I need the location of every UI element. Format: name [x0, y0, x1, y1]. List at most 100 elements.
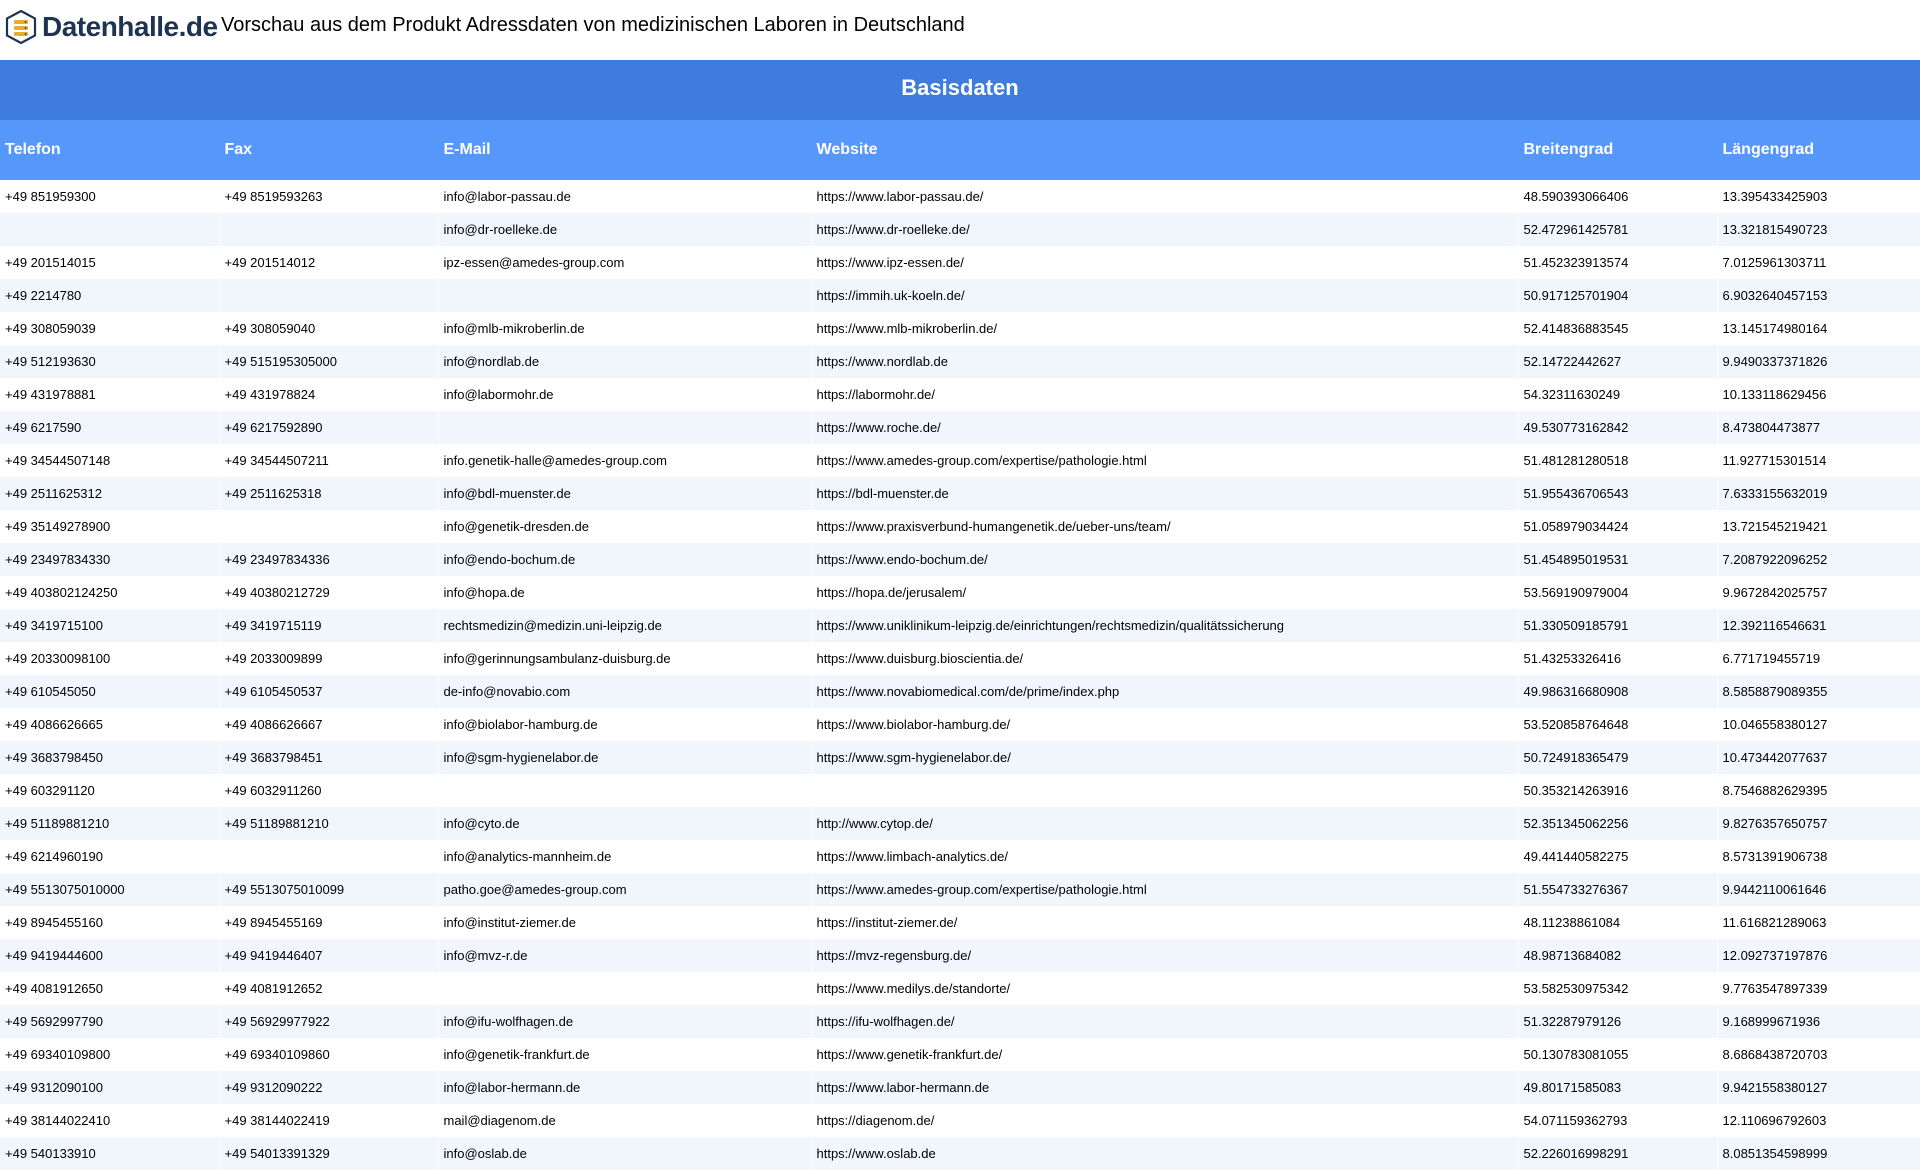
email-cell: info@nordlab.de [438, 345, 812, 378]
longitude-cell: 6.9032640457153 [1717, 279, 1920, 312]
longitude-cell: 7.0125961303711 [1717, 246, 1920, 279]
phone-cell: +49 35149278900 [0, 510, 220, 543]
website-cell: https://www.medilys.de/standorte/ [811, 972, 1519, 1005]
longitude-cell: 9.9490337371826 [1717, 345, 1920, 378]
longitude-cell: 12.110696792603 [1717, 1104, 1920, 1137]
email-cell [438, 972, 812, 1005]
table-row: +49 2214780 https://immih.uk-koeln.de/50.… [0, 279, 1920, 312]
latitude-cell: 50.917125701904 [1518, 279, 1718, 312]
latitude-cell: 49.441440582275 [1518, 840, 1718, 873]
table-row: +49 603291120 +49 6032911260 50.3532142639… [0, 774, 1920, 807]
website-cell: https://institut-ziemer.de/ [811, 906, 1519, 939]
table-row: +49 610545050 +49 6105450537 de-info@novab… [0, 675, 1920, 708]
phone-cell: +49 5692997790 [0, 1005, 220, 1038]
latitude-cell: 54.32311630249 [1518, 378, 1718, 411]
website-cell: https://bdl-muenster.de [811, 477, 1519, 510]
email-cell: info@labor-passau.de [438, 180, 812, 213]
longitude-cell: 13.721545219421 [1717, 510, 1920, 543]
latitude-cell: 51.554733276367 [1518, 873, 1718, 906]
longitude-cell: 13.395433425903 [1717, 180, 1920, 213]
table-row: +49 403802124250 +49 40380212729 info@hopa… [0, 576, 1920, 609]
longitude-cell: 7.6333155632019 [1717, 477, 1920, 510]
email-cell: info@genetik-frankfurt.de [438, 1038, 812, 1071]
table-row: +49 4086626665 +49 4086626667 info@biolabo… [0, 708, 1920, 741]
email-cell: info@analytics-mannheim.de [438, 840, 812, 873]
latitude-cell: 52.472961425781 [1518, 213, 1718, 246]
fax-cell: +49 8519593263 [219, 180, 439, 213]
fax-cell: +49 6032911260 [219, 774, 439, 807]
table-row: +49 51189881210 +49 51189881210 info@cyto.… [0, 807, 1920, 840]
website-cell: https://www.praxisverbund-humangenetik.d… [811, 510, 1519, 543]
longitude-cell: 11.616821289063 [1717, 906, 1920, 939]
phone-cell: +49 431978881 [0, 378, 220, 411]
website-cell: https://mvz-regensburg.de/ [811, 939, 1519, 972]
table-row: +49 20330098100 +49 2033009899 info@gerinn… [0, 642, 1920, 675]
table-row: info@dr-roelleke.de https://www.dr-roelle… [0, 213, 1920, 246]
website-cell: https://www.mlb-mikroberlin.de/ [811, 312, 1519, 345]
table-row: +49 4081912650 +49 4081912652 https://www.… [0, 972, 1920, 1005]
brand-logo[interactable]: Datenhalle.de [5, 8, 218, 46]
longitude-cell: 13.321815490723 [1717, 213, 1920, 246]
website-cell: https://www.novabiomedical.com/de/prime/… [811, 675, 1519, 708]
longitude-cell: 11.927715301514 [1717, 444, 1920, 477]
table-row: +49 308059039 +49 308059040 info@mlb-mikro… [0, 312, 1920, 345]
website-cell: https://www.amedes-group.com/expertise/p… [811, 444, 1519, 477]
email-cell: info@sgm-hygienelabor.de [438, 741, 812, 774]
email-cell: patho.goe@amedes-group.com [438, 873, 812, 906]
latitude-cell: 53.569190979004 [1518, 576, 1718, 609]
email-cell: info@endo-bochum.de [438, 543, 812, 576]
website-cell: https://diagenom.de/ [811, 1104, 1519, 1137]
latitude-cell: 51.452323913574 [1518, 246, 1718, 279]
table-row: +49 201514015 +49 201514012 ipz-essen@amed… [0, 246, 1920, 279]
website-cell: https://ifu-wolfhagen.de/ [811, 1005, 1519, 1038]
phone-cell: +49 512193630 [0, 345, 220, 378]
table-row: +49 38144022410 +49 38144022419 mail@diage… [0, 1104, 1920, 1137]
fax-cell: +49 69340109860 [219, 1038, 439, 1071]
table-row: +49 431978881 +49 431978824 info@labormohr… [0, 378, 1920, 411]
website-cell: https://www.endo-bochum.de/ [811, 543, 1519, 576]
phone-cell: +49 20330098100 [0, 642, 220, 675]
phone-cell: +49 6214960190 [0, 840, 220, 873]
latitude-cell: 53.582530975342 [1518, 972, 1718, 1005]
website-cell: https://immih.uk-koeln.de/ [811, 279, 1519, 312]
fax-cell: +49 2033009899 [219, 642, 439, 675]
phone-cell: +49 34544507148 [0, 444, 220, 477]
latitude-cell: 51.330509185791 [1518, 609, 1718, 642]
fax-cell [219, 279, 439, 312]
longitude-cell: 7.2087922096252 [1717, 543, 1920, 576]
table-header-row: Telefon Fax E-Mail Website Breitengrad L… [0, 120, 1920, 180]
email-cell: info@biolabor-hamburg.de [438, 708, 812, 741]
latitude-cell: 52.414836883545 [1518, 312, 1718, 345]
fax-cell: +49 38144022419 [219, 1104, 439, 1137]
latitude-cell: 51.058979034424 [1518, 510, 1718, 543]
table-row: +49 3419715100 +49 3419715119 rechtsmedizi… [0, 609, 1920, 642]
longitude-cell: 8.7546882629395 [1717, 774, 1920, 807]
latitude-cell: 53.520858764648 [1518, 708, 1718, 741]
fax-cell [219, 213, 439, 246]
longitude-cell: 12.092737197876 [1717, 939, 1920, 972]
latitude-cell: 51.43253326416 [1518, 642, 1718, 675]
longitude-cell: 12.392116546631 [1717, 609, 1920, 642]
phone-cell: +49 540133910 [0, 1137, 220, 1170]
phone-cell: +49 403802124250 [0, 576, 220, 609]
longitude-cell: 8.5731391906738 [1717, 840, 1920, 873]
column-header-laengengrad: Längengrad [1717, 120, 1920, 180]
latitude-cell: 52.351345062256 [1518, 807, 1718, 840]
website-cell [811, 774, 1519, 807]
website-cell: https://www.genetik-frankfurt.de/ [811, 1038, 1519, 1071]
table-row: +49 69340109800 +49 69340109860 info@genet… [0, 1038, 1920, 1071]
longitude-cell: 10.046558380127 [1717, 708, 1920, 741]
email-cell: info@mlb-mikroberlin.de [438, 312, 812, 345]
fax-cell: +49 2511625318 [219, 477, 439, 510]
table-row: +49 540133910 +49 54013391329 info@oslab.d… [0, 1137, 1920, 1170]
website-cell: https://hopa.de/jerusalem/ [811, 576, 1519, 609]
fax-cell: +49 40380212729 [219, 576, 439, 609]
email-cell: de-info@novabio.com [438, 675, 812, 708]
phone-cell: +49 2214780 [0, 279, 220, 312]
section-header: Basisdaten [0, 60, 1920, 120]
fax-cell: +49 515195305000 [219, 345, 439, 378]
fax-cell: +49 9312090222 [219, 1071, 439, 1104]
table-row: +49 5692997790 +49 56929977922 info@ifu-wo… [0, 1005, 1920, 1038]
website-cell: https://www.oslab.de [811, 1137, 1519, 1170]
latitude-cell: 52.14722442627 [1518, 345, 1718, 378]
